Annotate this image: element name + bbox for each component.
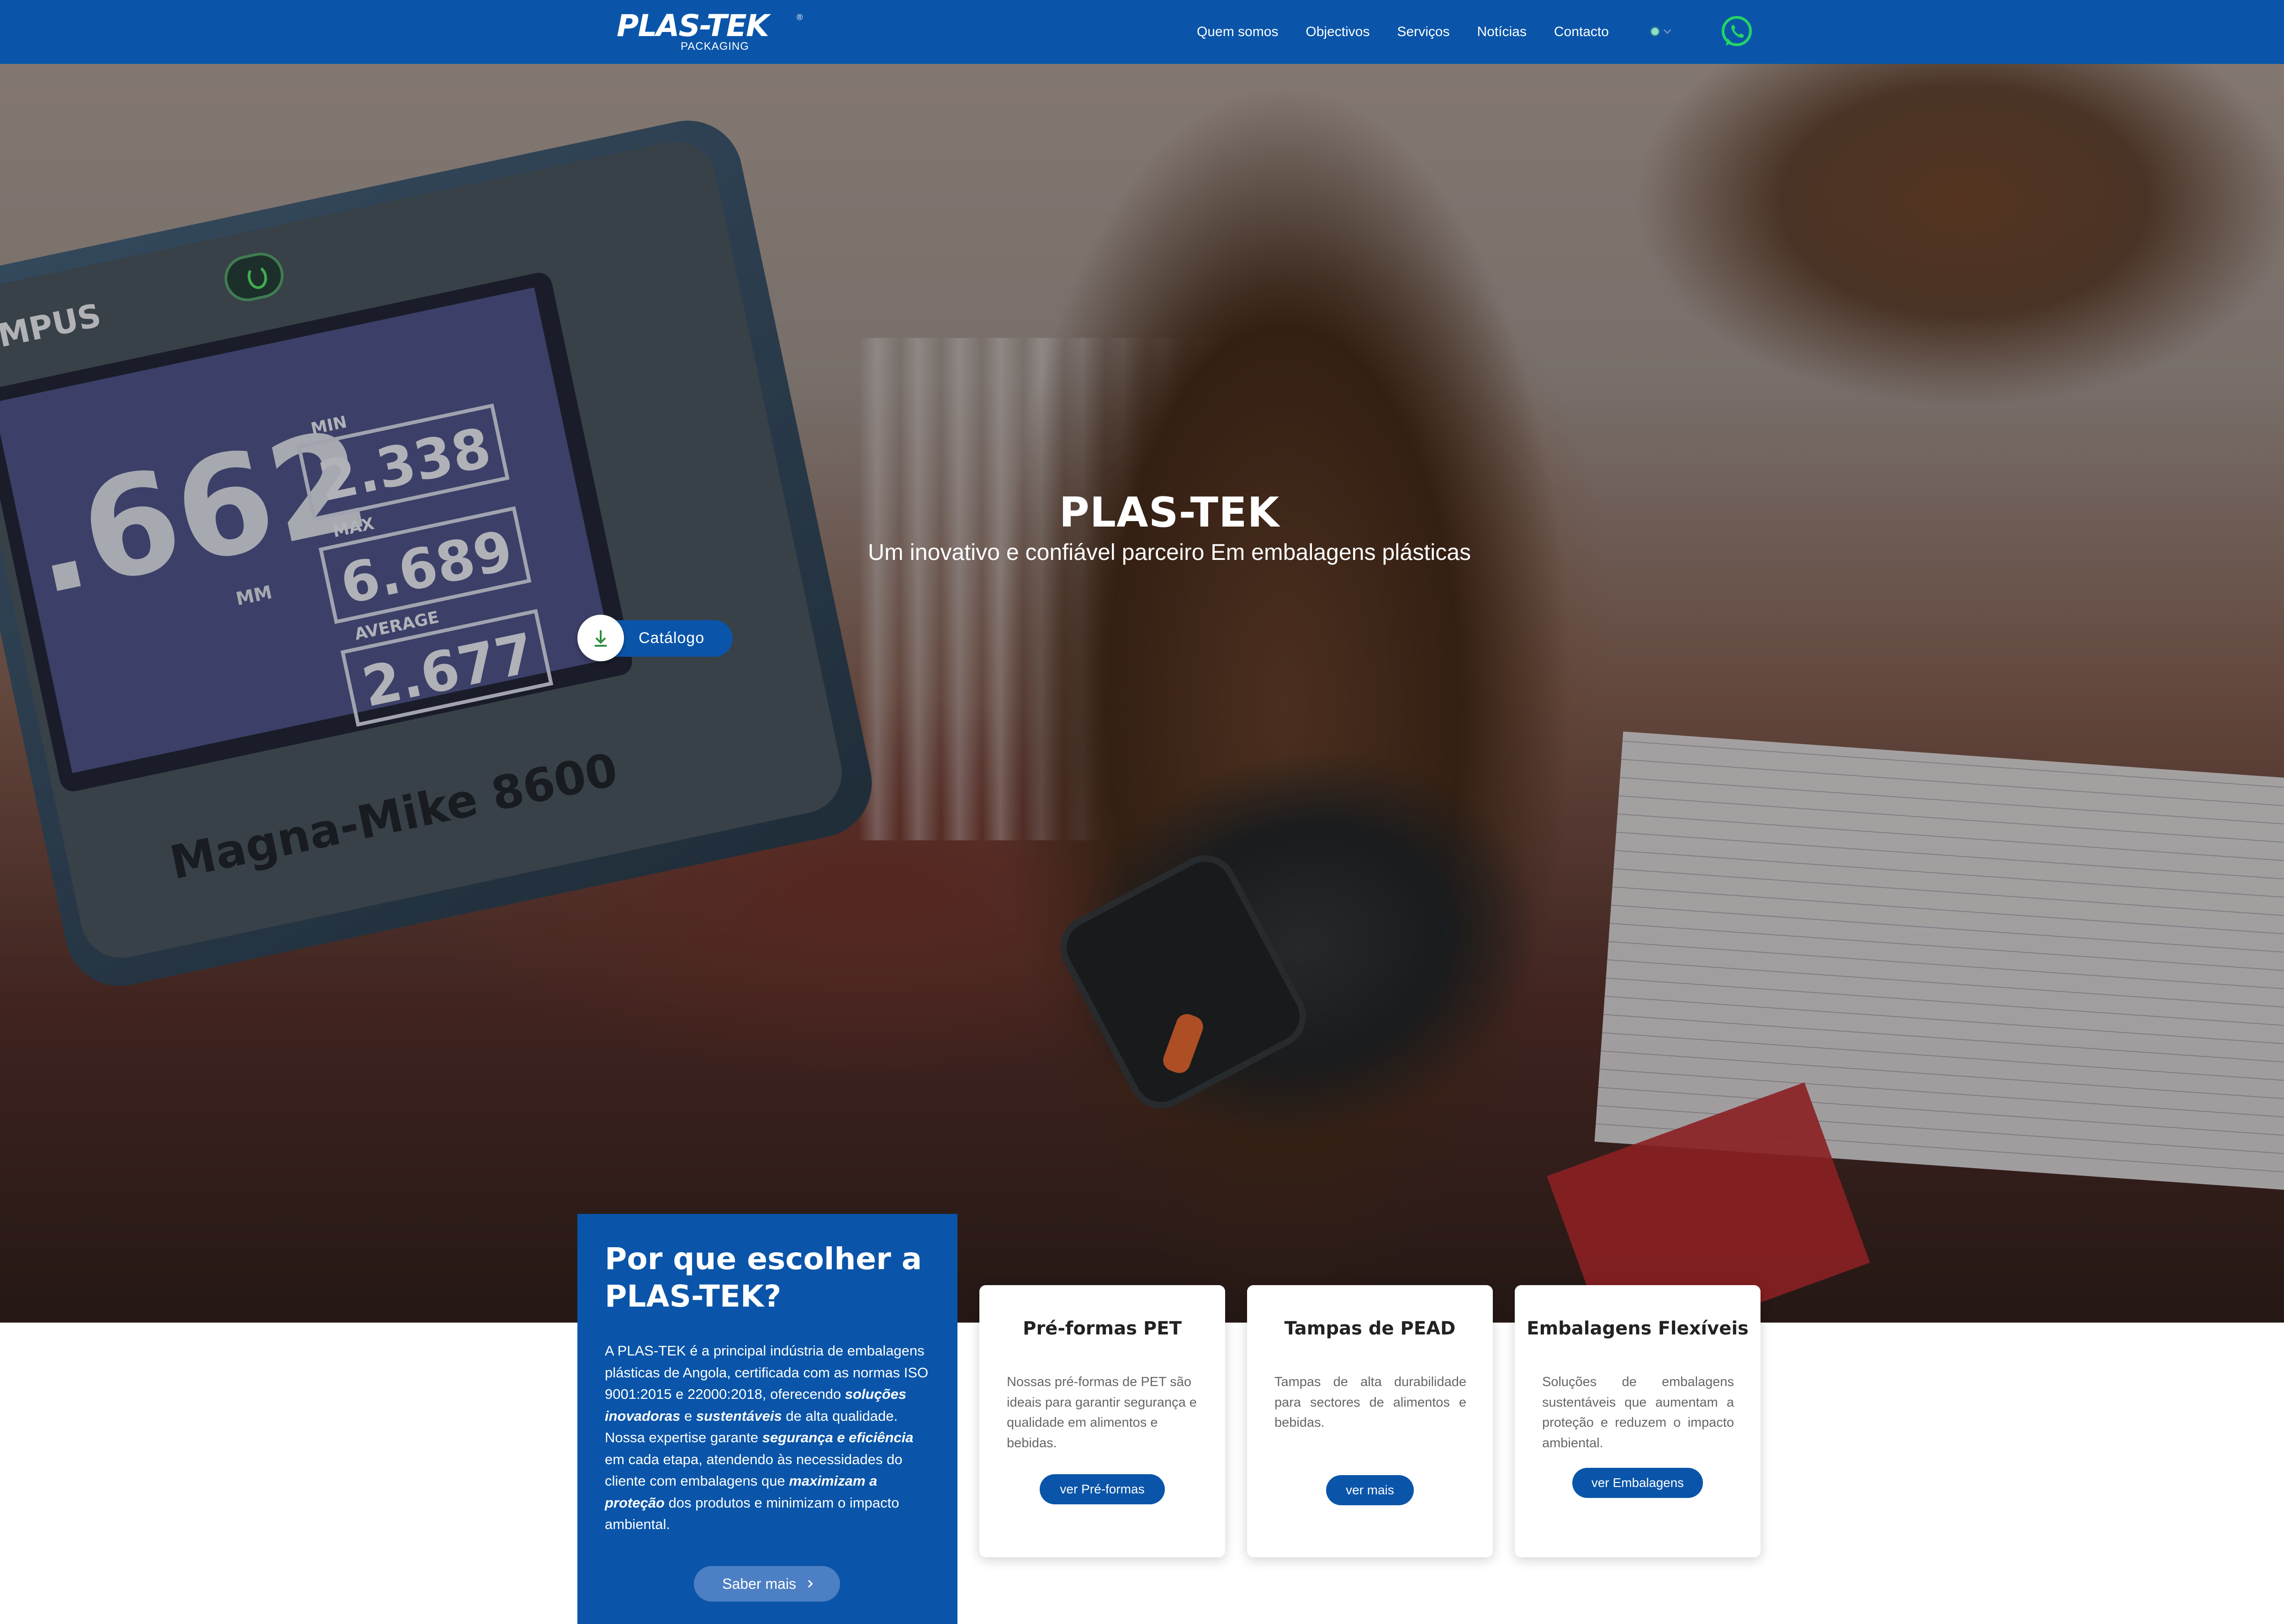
card-tampas-pead: Tampas de PEAD Tampas de alta durabilida… [1247,1285,1493,1557]
nav-item-contacto[interactable]: Contacto [1554,24,1609,40]
nav-item-noticias[interactable]: Notícias [1477,24,1527,40]
download-icon [577,615,624,661]
catalog-button[interactable]: Catálogo [577,615,733,661]
nav-item-quem-somos[interactable]: Quem somos [1197,24,1278,40]
logo-wordmark: PLAS-TEK [617,8,769,43]
whatsapp-icon[interactable] [1718,14,1755,50]
saber-mais-button[interactable]: Saber mais [694,1566,840,1602]
button-label: ver Pré-formas [1060,1482,1145,1496]
card-text: Nossas pré-formas de PET são ideais para… [1007,1375,1197,1450]
site-header: PLAS-TEK ® PACKAGING Quem somos Objectiv… [0,0,2284,64]
chevron-down-icon [1663,26,1671,34]
why-emphasis: segurança e eficiência [762,1429,914,1445]
main-nav: Quem somos Objectivos Serviços Notícias … [1197,22,1609,42]
card-title: Pré-formas PET [1023,1318,1182,1339]
nav-item-servicos[interactable]: Serviços [1397,24,1449,40]
card-preformas-pet: Pré-formas PET Nossas pré-formas de PET … [979,1285,1225,1557]
globe-icon [1650,26,1660,37]
ver-preformas-button[interactable]: ver Pré-formas [1040,1474,1165,1504]
ver-mais-button[interactable]: ver mais [1326,1475,1414,1505]
card-embalagens-flexiveis: Embalagens Flexíveis Soluções de embalag… [1515,1285,1761,1557]
why-text-segment: e [680,1408,696,1424]
card-title: Embalagens Flexíveis [1527,1318,1749,1339]
catalog-label: Catálogo [639,629,705,647]
hero-title: PLAS-TEK [1059,489,1280,537]
ver-embalagens-button[interactable]: ver Embalagens [1572,1468,1703,1498]
nav-item-objectivos[interactable]: Objectivos [1306,24,1369,40]
why-title: Por que escolher a PLAS-TEK? [605,1241,922,1314]
card-title: Tampas de PEAD [1284,1318,1456,1339]
plastek-logo[interactable]: PLAS-TEK ® PACKAGING [617,10,804,56]
chevron-right-icon [805,1580,813,1588]
card-text: Tampas de alta durabilidade para sectore… [1274,1375,1466,1430]
button-label: ver Embalagens [1591,1476,1684,1490]
hero-section: YMPUS .662 MIN 2.338 MAX 6.689 AVERAGE 2… [0,64,2284,1323]
card-text: Soluções de embalagens sustentáveis que … [1542,1375,1734,1450]
language-switcher[interactable] [1650,25,1677,38]
why-paragraph: A PLAS-TEK é a principal indústria de em… [605,1340,930,1535]
hero-overlay [0,64,2284,1323]
page: PLAS-TEK ® PACKAGING Quem somos Objectiv… [0,0,2284,1624]
logo-subtext: PACKAGING [681,40,749,53]
why-emphasis: sustentáveis [696,1408,782,1424]
button-label: ver mais [1346,1483,1394,1497]
saber-mais-label: Saber mais [722,1575,796,1592]
logo-registered-mark: ® [797,13,803,22]
why-choose-panel: Por que escolher a PLAS-TEK? A PLAS-TEK … [577,1214,957,1624]
hero-subtitle: Um inovativo e confiável parceiro Em emb… [867,539,1471,565]
